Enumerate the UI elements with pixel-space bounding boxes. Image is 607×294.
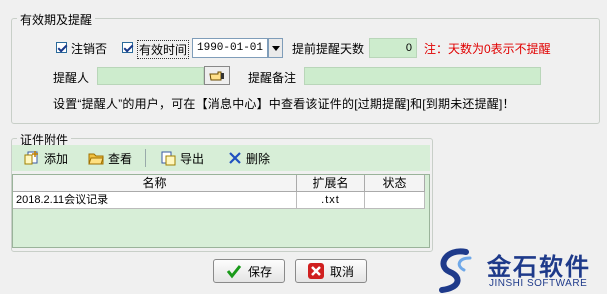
table-row-name-cell[interactable]: 2018.2.11会议记录 <box>13 192 297 209</box>
add-icon <box>24 151 38 165</box>
validity-group-title: 有效期及提醒 <box>17 11 96 28</box>
checkmark-icon <box>226 265 242 279</box>
delete-attachment-button[interactable]: 删除 <box>228 149 270 167</box>
attachments-toolbar <box>12 145 430 171</box>
reminder-person-label: 提醒人 <box>53 71 90 85</box>
advance-days-note: 注：天数为0表示不提醒 <box>424 42 551 56</box>
advance-days-field[interactable]: 0 <box>369 38 417 58</box>
delete-x-icon <box>229 152 241 164</box>
jinshi-logo: 金石软件 JINSHI SOFTWARE <box>432 242 607 294</box>
logo-english-text: JINSHI SOFTWARE <box>489 278 588 289</box>
cancel-button-label: 取消 <box>329 264 354 279</box>
add-attachment-label: 添加 <box>44 151 69 166</box>
attachments-table[interactable]: 名称 扩展名 状态 2018.2.11会议记录 .txt <box>12 174 430 248</box>
cancel-x-icon <box>307 263 324 279</box>
column-header-extension[interactable]: 扩展名 <box>297 175 365 192</box>
reminder-note-label: 提醒备注 <box>248 71 297 85</box>
reminder-info-text: 设置“提醒人”的用户，可在【消息中心】中查看该证件的[过期提醒]和[到期未还提醒… <box>53 97 515 111</box>
advance-days-label: 提前提醒天数 <box>292 42 365 56</box>
export-icon <box>161 151 176 166</box>
cancel-button[interactable]: 取消 <box>295 259 367 283</box>
view-attachment-button[interactable]: 查看 <box>88 149 132 167</box>
table-row-extension-cell[interactable]: .txt <box>297 192 365 209</box>
reminder-note-field[interactable] <box>304 67 541 85</box>
hand-pointer-icon <box>209 71 224 80</box>
reminder-person-field[interactable] <box>97 67 204 85</box>
logo-swirl-icon <box>439 248 472 293</box>
column-header-status[interactable]: 状态 <box>365 175 425 192</box>
valid-date-field[interactable]: 1990-01-01 <box>192 38 268 58</box>
save-button-label: 保存 <box>247 264 272 279</box>
export-attachment-label: 导出 <box>180 151 205 166</box>
export-attachment-button[interactable]: 导出 <box>160 149 204 167</box>
valid-time-checkbox[interactable] <box>122 42 133 53</box>
delete-attachment-label: 删除 <box>246 151 271 166</box>
column-header-name[interactable]: 名称 <box>13 175 297 192</box>
valid-time-label: 有效时间 <box>137 40 190 59</box>
date-dropdown-button[interactable] <box>268 38 283 58</box>
select-person-button[interactable] <box>204 66 230 85</box>
cancelled-checkbox[interactable] <box>56 42 67 53</box>
save-button[interactable]: 保存 <box>213 259 285 283</box>
logo-chinese-text: 金石软件 <box>487 254 591 281</box>
table-row-status-cell[interactable] <box>365 192 425 209</box>
view-attachment-label: 查看 <box>108 151 133 166</box>
cancelled-label: 注销否 <box>71 42 108 56</box>
open-folder-icon <box>88 153 104 165</box>
toolbar-separator <box>145 149 146 167</box>
add-attachment-button[interactable]: 添加 <box>24 149 68 167</box>
